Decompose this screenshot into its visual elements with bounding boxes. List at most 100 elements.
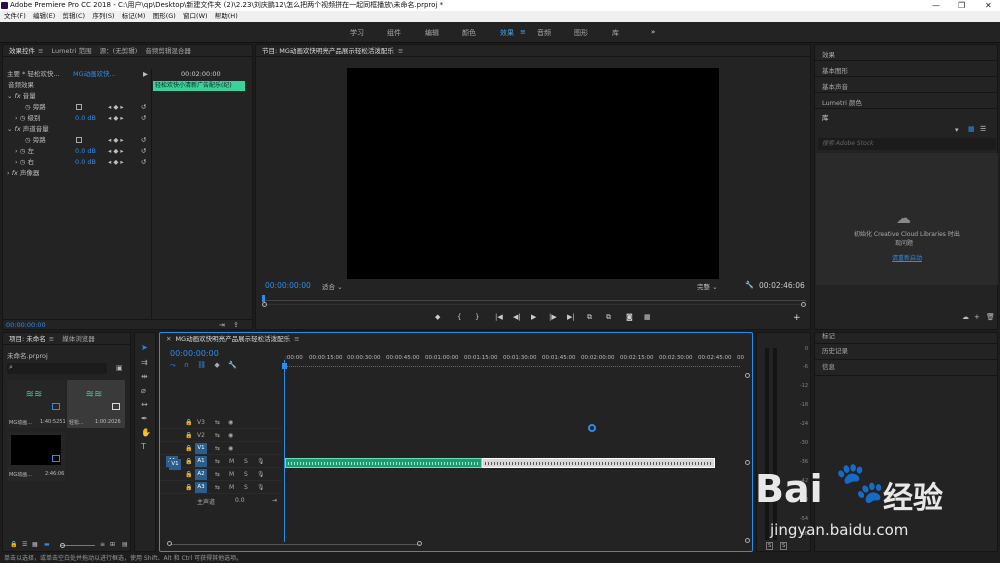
source-dropdown[interactable]: 主要 * 轻松欢快... bbox=[7, 69, 60, 80]
step-forward-icon[interactable]: |▶ bbox=[549, 313, 557, 321]
mute-button[interactable]: M bbox=[229, 484, 234, 491]
audio-clip[interactable] bbox=[285, 458, 482, 468]
tab-media-browser[interactable]: 媒体浏览器 bbox=[62, 335, 95, 343]
menu-edit[interactable]: 编辑(E) bbox=[33, 11, 55, 22]
sync-lock-icon[interactable]: ⇆ bbox=[215, 484, 220, 491]
play-icon[interactable]: ▶ bbox=[531, 313, 536, 321]
menu-help[interactable]: 帮助(H) bbox=[215, 11, 238, 22]
workspace-overflow-icon[interactable]: » bbox=[651, 28, 655, 36]
effect-timecode-bottom[interactable]: 00:00:00:00 bbox=[6, 321, 46, 329]
play-only-icon[interactable]: ▶ bbox=[143, 69, 148, 80]
track-target-v1[interactable]: V1 bbox=[195, 443, 207, 454]
audio-clip-selected[interactable] bbox=[482, 458, 715, 468]
tab-menu-icon[interactable]: ≡ bbox=[38, 47, 43, 55]
workspace-graphics[interactable]: 图形 bbox=[574, 28, 588, 38]
comparison-view-icon[interactable]: ▦ bbox=[644, 313, 651, 321]
clip-label-bar[interactable]: 轻松欢快小清新广告配乐(纪) bbox=[153, 81, 245, 91]
tab-lumetri-color[interactable]: Lumetri 颜色 bbox=[822, 97, 862, 107]
tab-effect-controls[interactable]: 效果控件 bbox=[9, 47, 35, 55]
sequence-clip-dropdown[interactable]: MG动画欢快... bbox=[73, 69, 116, 80]
keyframe-nav-icon[interactable]: ◂ ◆ ▸ bbox=[108, 146, 124, 157]
ripple-edit-tool-icon[interactable]: ⇹ bbox=[141, 372, 148, 382]
mark-in-icon[interactable]: { bbox=[457, 313, 461, 321]
linked-selection-icon[interactable]: ⛓ bbox=[197, 361, 206, 369]
tab-effects[interactable]: 效果 bbox=[822, 49, 835, 59]
list-view-icon[interactable]: ☰ bbox=[22, 541, 27, 548]
effect-group-channel-volume[interactable]: ⌄ fx 声道音量 bbox=[3, 124, 151, 135]
menu-file[interactable]: 文件(F) bbox=[4, 11, 26, 22]
effect-group-volume[interactable]: ⌄ fx 音量 bbox=[3, 91, 151, 102]
razor-tool-icon[interactable]: ⌀ bbox=[141, 386, 146, 396]
zoom-handle-left[interactable] bbox=[262, 302, 267, 307]
source-patch-v1[interactable]: V1 bbox=[169, 459, 181, 470]
menu-graphics[interactable]: 图形(G) bbox=[153, 11, 176, 22]
tab-history[interactable]: 历史记录 bbox=[822, 345, 848, 355]
project-item[interactable]: ≋≋ 轻松... 1:00:2026 bbox=[67, 380, 125, 428]
sort-icon[interactable]: ≡ bbox=[100, 541, 105, 548]
nest-toggle-icon[interactable]: ⤳ bbox=[170, 361, 176, 369]
lock-icon[interactable]: 🔒 bbox=[185, 458, 192, 465]
keyframe-nav-icon[interactable]: ◂ ◆ ▸ bbox=[108, 113, 124, 124]
sync-lock-icon[interactable]: ⇆ bbox=[215, 445, 220, 452]
stopwatch-icon[interactable]: ◷ bbox=[25, 103, 31, 111]
slip-tool-icon[interactable]: ↔ bbox=[141, 400, 148, 410]
eye-icon[interactable]: ◉ bbox=[228, 432, 233, 439]
stopwatch-icon[interactable]: ◷ bbox=[20, 158, 26, 166]
program-playhead[interactable] bbox=[262, 295, 265, 302]
effect-group-panner[interactable]: › fx 声像器 bbox=[3, 168, 151, 179]
scroll-handle-right[interactable] bbox=[417, 541, 422, 546]
cloud-sync-icon[interactable]: ☁ bbox=[962, 313, 969, 321]
workspace-effects[interactable]: 效果 bbox=[500, 28, 514, 38]
lock-icon[interactable]: 🔒 bbox=[185, 419, 192, 426]
workspace-menu-icon[interactable]: ≡ bbox=[520, 28, 526, 36]
library-dropdown-icon[interactable]: ▾ bbox=[955, 126, 959, 134]
lock-icon[interactable]: 🔒 bbox=[185, 445, 192, 452]
timeline-settings-icon[interactable]: 🔧 bbox=[228, 361, 237, 369]
pen-tool-icon[interactable]: ✒ bbox=[141, 414, 148, 424]
level-value[interactable]: 0.0 dB bbox=[75, 113, 96, 124]
freeform-view-icon[interactable]: ▬ bbox=[44, 541, 50, 548]
reset-icon[interactable]: ↺ bbox=[141, 157, 146, 168]
workspace-libraries[interactable]: 库 bbox=[612, 28, 619, 38]
microphone-icon[interactable]: 🎙 bbox=[257, 471, 265, 478]
reset-icon[interactable]: ↺ bbox=[141, 102, 146, 113]
stock-search-input[interactable]: 搜索 Adobe Stock bbox=[818, 138, 996, 150]
eye-icon[interactable]: ◉ bbox=[228, 445, 233, 452]
scroll-handle-bottom[interactable] bbox=[745, 538, 750, 543]
program-monitor-title[interactable]: 节目: MG动画欢快明亮产品展示轻松活泼配乐 bbox=[262, 47, 394, 55]
lock-icon[interactable]: 🔒 bbox=[185, 432, 192, 439]
right-value[interactable]: 0.0 dB bbox=[75, 157, 96, 168]
stopwatch-icon[interactable]: ◷ bbox=[20, 147, 26, 155]
automate-icon[interactable]: ⊞ bbox=[110, 541, 115, 548]
new-bin-icon[interactable]: ▣ bbox=[116, 364, 123, 372]
track-target-a2[interactable]: A2 bbox=[195, 469, 207, 480]
selection-tool-icon[interactable]: ➤ bbox=[141, 343, 148, 353]
export-icon[interactable]: ⇪ bbox=[233, 320, 239, 331]
mark-out-icon[interactable]: } bbox=[475, 313, 479, 321]
scroll-handle-mid[interactable] bbox=[745, 460, 750, 465]
menu-clip[interactable]: 剪辑(C) bbox=[62, 11, 85, 22]
lock-icon[interactable]: 🔒 bbox=[185, 484, 192, 491]
add-marker-icon[interactable]: ◆ bbox=[214, 361, 219, 369]
scroll-handle-left[interactable] bbox=[167, 541, 172, 546]
expand-chevron-icon[interactable]: ⌄ bbox=[7, 125, 12, 133]
work-area-bar[interactable] bbox=[285, 366, 740, 368]
tab-source[interactable]: 源：(无剪辑) bbox=[100, 47, 138, 55]
solo-button[interactable]: S bbox=[244, 484, 248, 491]
add-marker-icon[interactable]: ◆ bbox=[435, 313, 440, 321]
close-tab-icon[interactable]: ✕ bbox=[166, 335, 171, 343]
zoom-slider[interactable] bbox=[60, 543, 95, 548]
minimize-button[interactable]: — bbox=[932, 0, 940, 11]
mute-button[interactable]: M bbox=[229, 458, 234, 465]
sync-lock-icon[interactable]: ⇆ bbox=[215, 471, 220, 478]
zoom-handle-right[interactable] bbox=[801, 302, 806, 307]
microphone-icon[interactable]: 🎙 bbox=[257, 458, 265, 465]
icon-view-icon[interactable]: ▦ bbox=[32, 541, 38, 548]
type-tool-icon[interactable]: T bbox=[141, 442, 146, 452]
panel-menu-icon[interactable]: ≡ bbox=[398, 47, 403, 55]
keyframe-nav-icon[interactable]: ◂ ◆ ▸ bbox=[108, 157, 124, 168]
tab-info[interactable]: 信息 bbox=[822, 361, 835, 371]
expand-chevron-icon[interactable]: › bbox=[7, 169, 10, 177]
zoom-fit-dropdown[interactable]: 适合 ⌄ bbox=[322, 281, 343, 291]
solo-button[interactable]: S bbox=[244, 458, 248, 465]
